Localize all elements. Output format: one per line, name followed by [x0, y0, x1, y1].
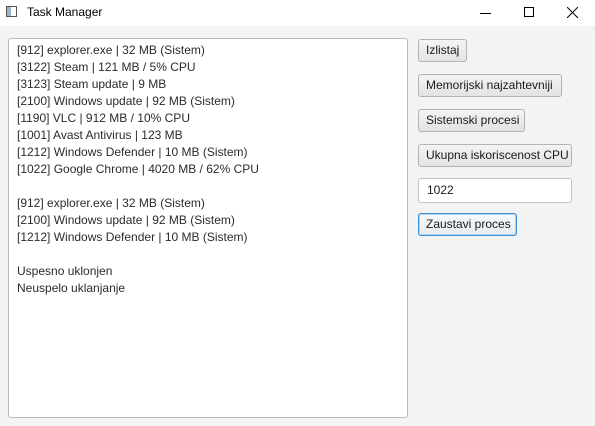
title-bar[interactable]: Task Manager [0, 0, 595, 26]
output-line: [1212] Windows Defender | 10 MB (Sistem) [17, 230, 248, 244]
total-cpu-usage-button[interactable]: Ukupna iskoriscenost CPU [418, 144, 572, 167]
output-line: [2100] Windows update | 92 MB (Sistem) [17, 94, 235, 108]
output-line: [2100] Windows update | 92 MB (Sistem) [17, 213, 235, 227]
maximize-button[interactable] [506, 0, 552, 26]
memory-heaviest-button[interactable]: Memorijski najzahtevniji [418, 74, 562, 97]
stop-process-button[interactable]: Zaustavi proces [418, 213, 517, 236]
minimize-icon [480, 13, 491, 14]
output-line: [1212] Windows Defender | 10 MB (Sistem) [17, 145, 248, 159]
process-output-textarea[interactable]: [912] explorer.exe | 32 MB (Sistem) [312… [8, 38, 408, 418]
close-icon [567, 7, 578, 18]
output-line: Neuspelo uklanjanje [17, 281, 126, 295]
list-processes-button[interactable]: Izlistaj [418, 39, 467, 62]
output-line: [912] explorer.exe | 32 MB (Sistem) [17, 196, 205, 210]
minimize-button[interactable] [463, 0, 509, 26]
pid-input[interactable]: 1022 [418, 178, 572, 203]
window-title: Task Manager [27, 5, 103, 19]
system-processes-button[interactable]: Sistemski procesi [418, 109, 525, 132]
output-line: [1022] Google Chrome | 4020 MB / 62% CPU [17, 162, 259, 176]
close-button[interactable] [549, 0, 595, 26]
maximize-icon [524, 7, 534, 17]
task-manager-window: Task Manager [912] explorer.exe | 32 MB … [0, 0, 595, 426]
output-line: [1001] Avast Antivirus | 123 MB [17, 128, 183, 142]
output-line: [1190] VLC | 912 MB / 10% CPU [17, 111, 190, 125]
output-line: [912] explorer.exe | 32 MB (Sistem) [17, 43, 205, 57]
output-line: Uspesno uklonjen [17, 264, 113, 278]
output-line: [3122] Steam | 121 MB / 5% CPU [17, 60, 196, 74]
app-window-icon [6, 6, 17, 17]
output-line: [3123] Steam update | 9 MB [17, 77, 167, 91]
